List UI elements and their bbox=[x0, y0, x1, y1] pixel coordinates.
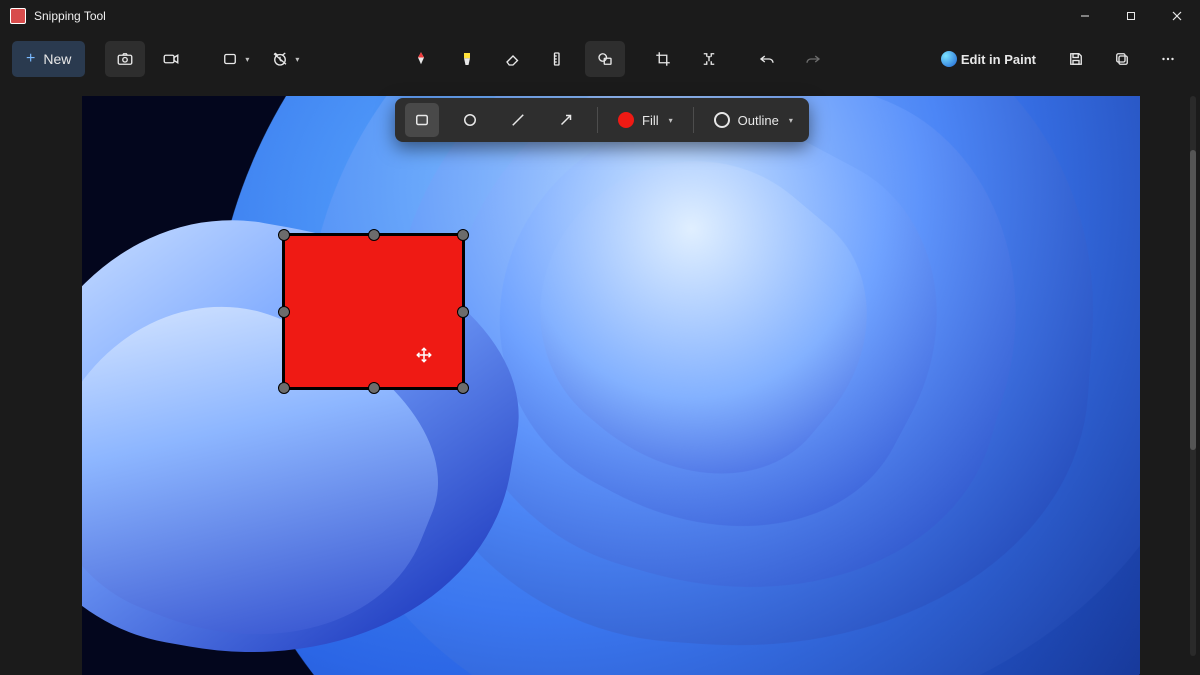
main-toolbar: + New ▾ ▾ bbox=[0, 32, 1200, 86]
maximize-button[interactable] bbox=[1108, 0, 1154, 32]
shape-rectangle-button[interactable] bbox=[405, 103, 439, 137]
delay-dropdown[interactable]: ▾ bbox=[263, 41, 307, 77]
undo-button[interactable] bbox=[747, 41, 787, 77]
video-mode-button[interactable] bbox=[151, 41, 191, 77]
shape-circle-button[interactable] bbox=[453, 103, 487, 137]
separator bbox=[597, 107, 598, 133]
shape-line-button[interactable] bbox=[501, 103, 535, 137]
fill-label: Fill bbox=[642, 113, 659, 128]
outline-swatch-icon bbox=[714, 112, 730, 128]
resize-handle-ne[interactable] bbox=[457, 229, 469, 241]
eraser-tool-button[interactable] bbox=[493, 41, 533, 77]
edit-in-paint-button[interactable]: Edit in Paint bbox=[927, 41, 1050, 77]
titlebar: Snipping Tool bbox=[0, 0, 1200, 32]
resize-handle-nw[interactable] bbox=[278, 229, 290, 241]
edit-in-paint-label: Edit in Paint bbox=[961, 52, 1036, 67]
shapes-floating-toolbar: Fill ▾ Outline ▾ bbox=[395, 98, 809, 142]
resize-handle-sw[interactable] bbox=[278, 382, 290, 394]
fill-swatch-icon bbox=[618, 112, 634, 128]
resize-handle-s[interactable] bbox=[368, 382, 380, 394]
shapes-tool-button[interactable] bbox=[585, 41, 625, 77]
chevron-down-icon: ▾ bbox=[669, 116, 673, 125]
app-title: Snipping Tool bbox=[34, 9, 106, 23]
pen-tool-button[interactable] bbox=[401, 41, 441, 77]
copy-button[interactable] bbox=[1102, 41, 1142, 77]
drawn-rectangle-shape[interactable] bbox=[282, 233, 465, 390]
text-extract-button[interactable] bbox=[689, 41, 729, 77]
highlighter-tool-button[interactable] bbox=[447, 41, 487, 77]
resize-handle-e[interactable] bbox=[457, 306, 469, 318]
redo-button[interactable] bbox=[793, 41, 833, 77]
plus-icon: + bbox=[26, 50, 35, 68]
outline-label: Outline bbox=[738, 113, 779, 128]
chevron-down-icon: ▾ bbox=[295, 55, 299, 64]
app-icon bbox=[10, 8, 26, 24]
more-options-button[interactable] bbox=[1148, 41, 1188, 77]
snip-mode-dropdown[interactable]: ▾ bbox=[213, 41, 257, 77]
new-label: New bbox=[43, 51, 71, 67]
outline-dropdown[interactable]: Outline ▾ bbox=[708, 103, 799, 137]
crop-tool-button[interactable] bbox=[643, 41, 683, 77]
save-button[interactable] bbox=[1056, 41, 1096, 77]
resize-handle-w[interactable] bbox=[278, 306, 290, 318]
move-cursor-icon bbox=[415, 346, 433, 364]
shape-arrow-button[interactable] bbox=[549, 103, 583, 137]
fill-color-dropdown[interactable]: Fill ▾ bbox=[612, 103, 679, 137]
close-button[interactable] bbox=[1154, 0, 1200, 32]
minimize-button[interactable] bbox=[1062, 0, 1108, 32]
vertical-scrollbar-thumb[interactable] bbox=[1190, 150, 1196, 450]
camera-mode-button[interactable] bbox=[105, 41, 145, 77]
chevron-down-icon: ▾ bbox=[789, 116, 793, 125]
canvas[interactable] bbox=[82, 96, 1140, 675]
window-controls bbox=[1062, 0, 1200, 32]
resize-handle-n[interactable] bbox=[368, 229, 380, 241]
new-snip-button[interactable]: + New bbox=[12, 41, 85, 77]
resize-handle-se[interactable] bbox=[457, 382, 469, 394]
chevron-down-icon: ▾ bbox=[245, 55, 249, 64]
separator bbox=[693, 107, 694, 133]
paint-app-icon bbox=[941, 51, 957, 67]
ruler-tool-button[interactable] bbox=[539, 41, 579, 77]
